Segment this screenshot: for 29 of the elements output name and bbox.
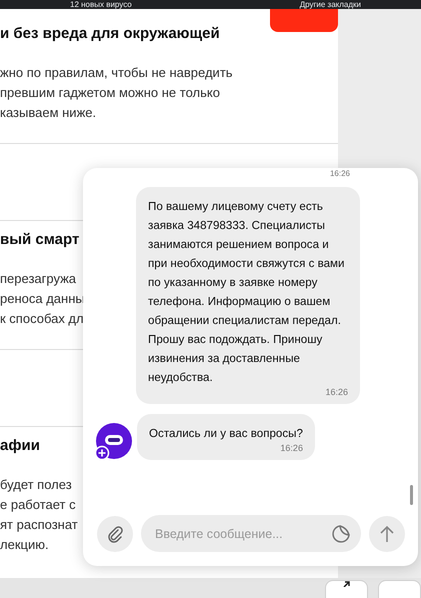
article-text: жно по правилам, чтобы не навредить xyxy=(0,64,233,82)
article-text: е работает с xyxy=(0,496,76,514)
article-heading: вый смарт xyxy=(0,230,80,250)
expand-button[interactable] xyxy=(325,580,368,598)
send-button[interactable] xyxy=(369,516,405,552)
scrollbar-thumb[interactable] xyxy=(410,485,413,505)
attach-button[interactable] xyxy=(97,516,133,552)
article-text: перезагружа xyxy=(0,270,76,288)
message-field[interactable]: Введите сообщение... xyxy=(141,515,361,552)
message-time: 16:26 xyxy=(280,443,303,454)
article-heading: и без вреда для окружающей xyxy=(0,24,220,44)
message-text: Остались ли у вас вопросы? xyxy=(149,426,303,442)
article-text: лекцию. xyxy=(0,536,49,554)
article-text: будет полез xyxy=(0,476,72,494)
arrow-icon xyxy=(342,581,351,587)
article-text: превшим гаджетом можно не только xyxy=(0,84,220,102)
message-text: По вашему лицевому счету есть заявка 348798333. Специалисты занимаются решением вопроса и при необходимости свяжутся с вами по указанному в заявке номеру телефона. Информацию о вашем обращении специалистам передал. Прошу вас подождать. Приношу извинения за доставленные неудобства. xyxy=(148,199,346,386)
article-text: к способах дл xyxy=(0,310,84,328)
article-text: казываем ниже. xyxy=(0,104,96,122)
bot-avatar-icon xyxy=(95,423,132,460)
arrow-up-icon xyxy=(379,524,395,542)
bookmark[interactable]: 12 новых вирусо xyxy=(70,0,132,9)
paperclip-icon xyxy=(106,524,124,542)
sticker-icon[interactable] xyxy=(331,524,351,544)
message-time: 16:26 xyxy=(325,387,348,398)
article-text: ят распознат xyxy=(0,516,78,534)
message-time: 16:26 xyxy=(330,169,350,178)
article-heading: афии xyxy=(0,436,40,456)
bookmark[interactable]: Другие закладки xyxy=(300,0,361,9)
